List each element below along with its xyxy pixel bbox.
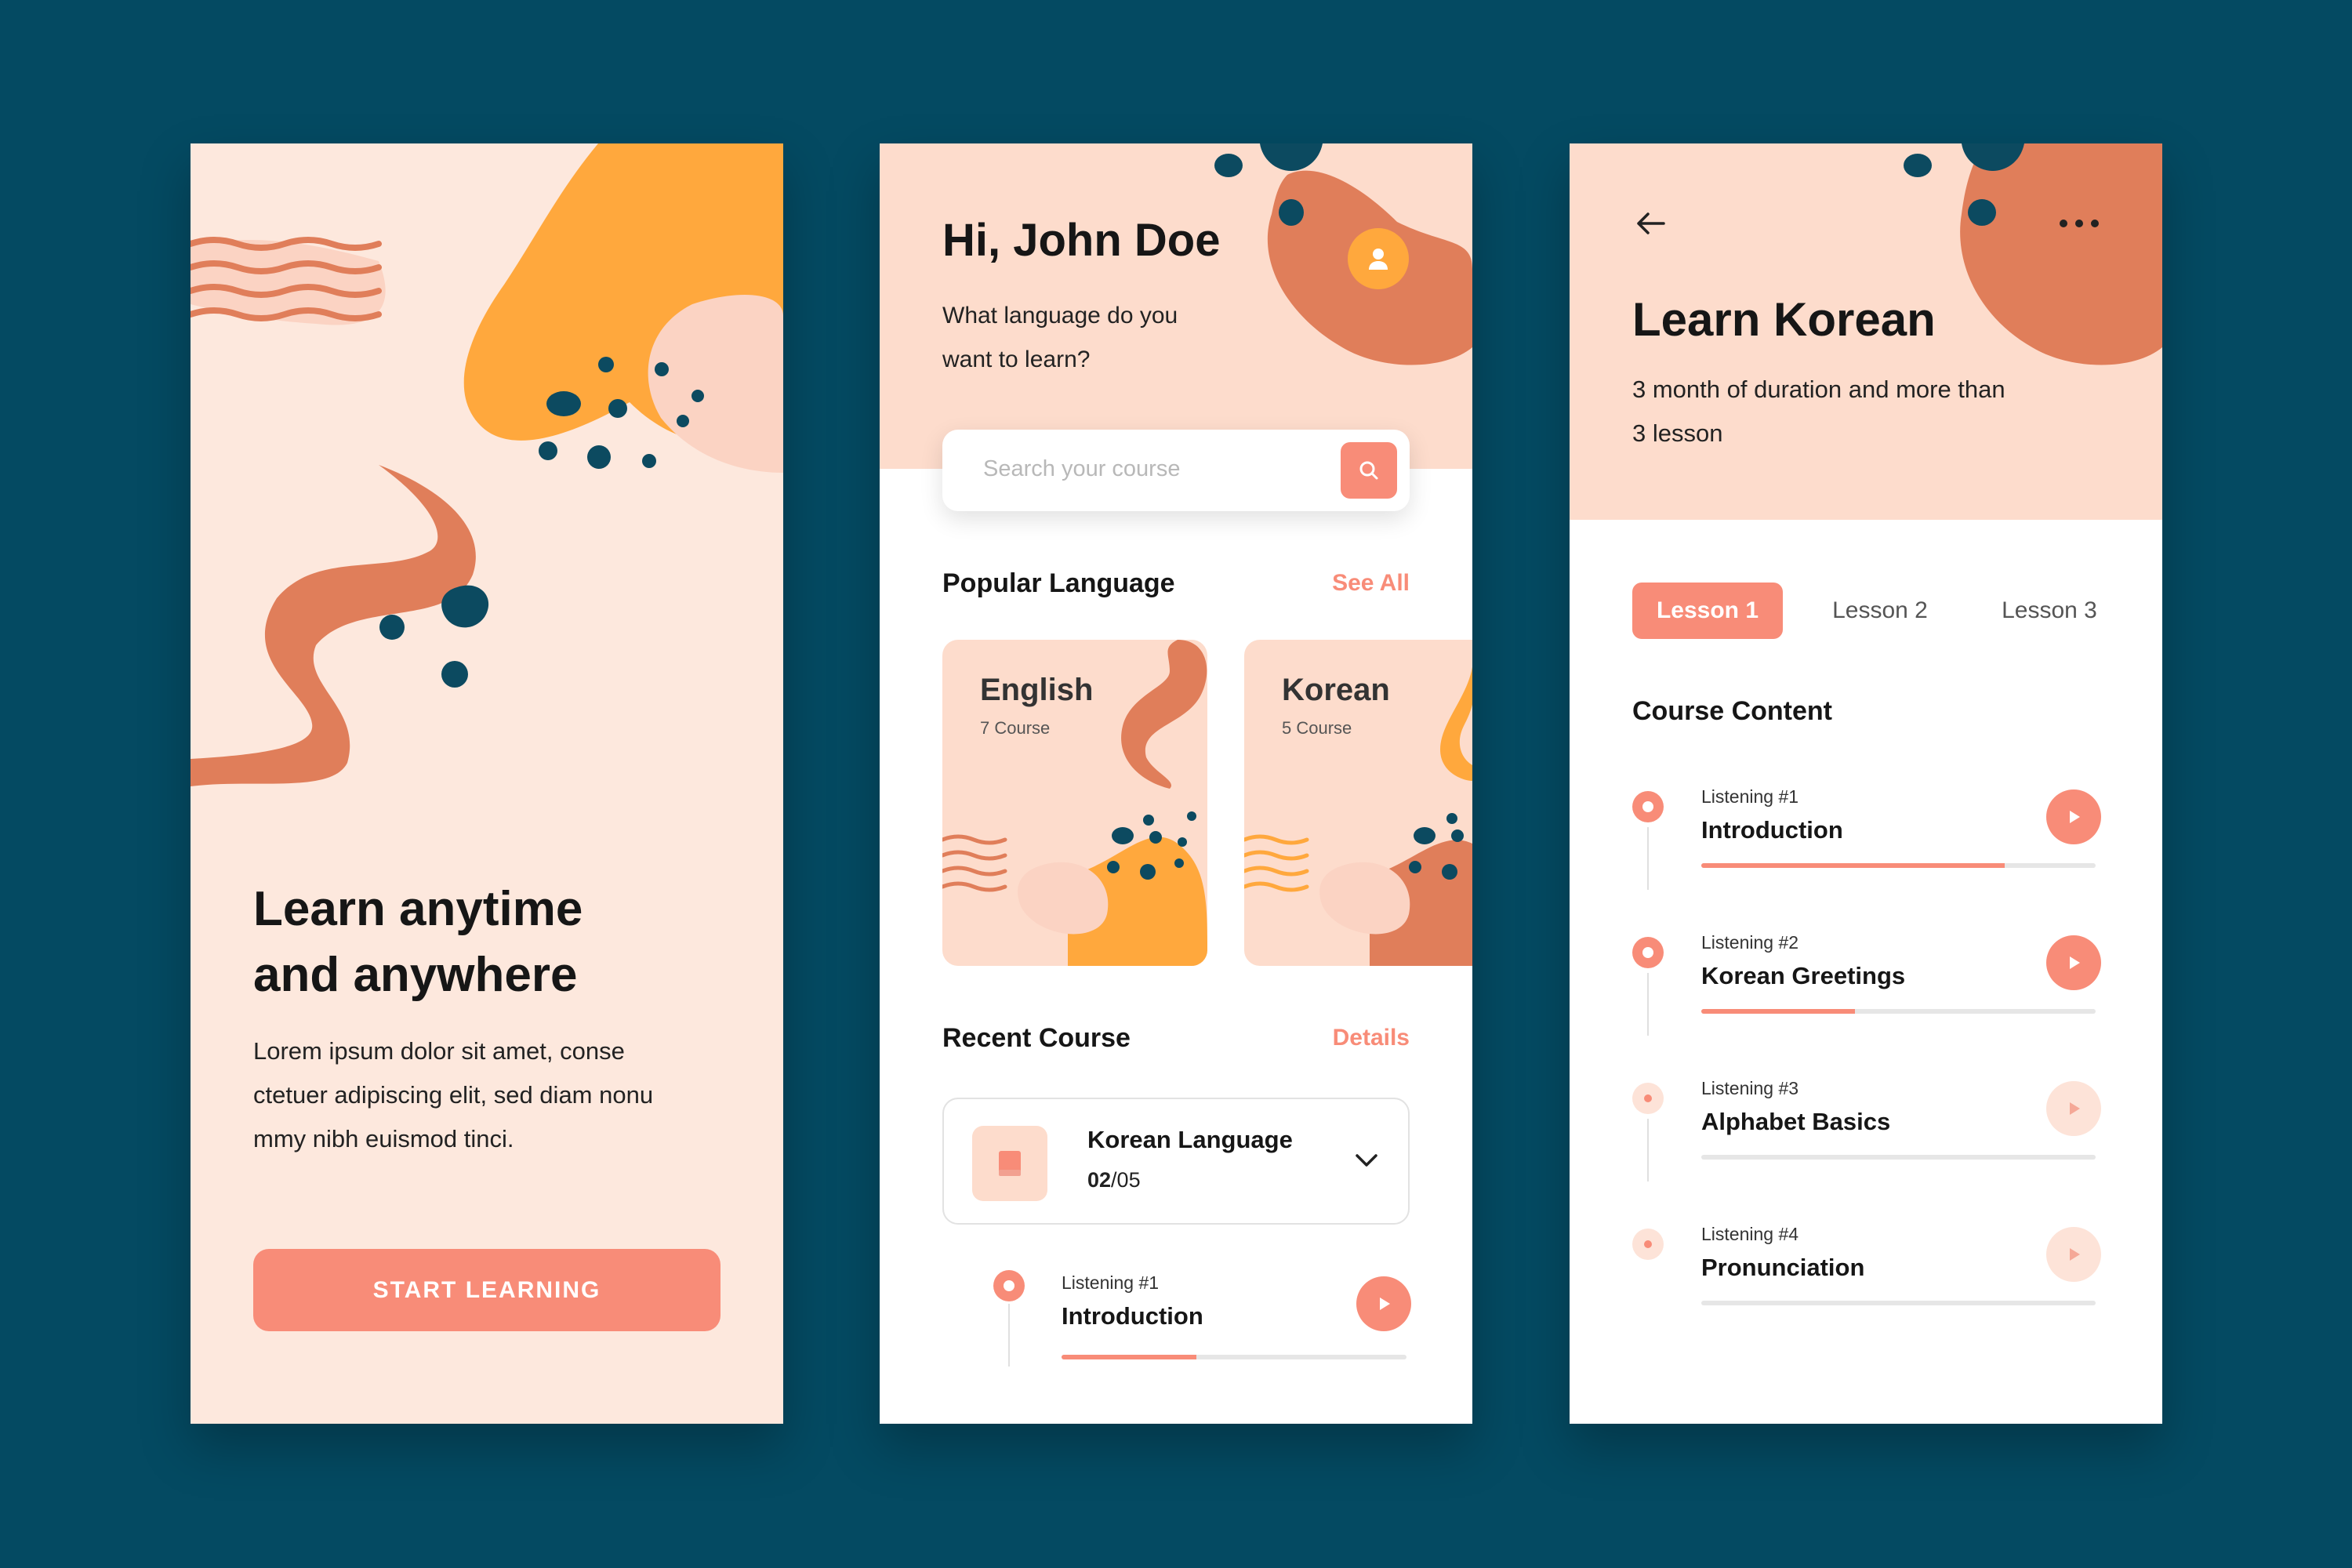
play-icon — [2070, 956, 2080, 969]
lesson-subtitle: Listening #4 — [1701, 1224, 1799, 1244]
search-bar[interactable]: Search your course — [942, 430, 1410, 511]
lesson-title: Pronunciation — [1701, 1254, 1865, 1281]
lesson-progress-bar — [1701, 1301, 2096, 1305]
recent-course-card[interactable]: Korean Language 02/05 — [942, 1098, 1410, 1225]
title-line-2: and anywhere — [253, 948, 578, 1002]
language-name: English — [980, 673, 1094, 707]
onboarding-title: Learn anytime and anywhere — [253, 877, 692, 1008]
lesson-subtitle: Listening #1 — [1062, 1272, 1160, 1293]
user-icon — [1369, 249, 1388, 270]
see-all-link[interactable]: See All — [1332, 570, 1410, 597]
lesson-status-dot — [1632, 1083, 1664, 1114]
lesson-progress-bar — [1701, 1009, 2096, 1014]
book-icon — [999, 1151, 1021, 1176]
lesson-play-button[interactable] — [2046, 1081, 2101, 1136]
play-icon — [1380, 1298, 1390, 1310]
lesson-progress-bar — [1701, 863, 2096, 868]
lesson-subtitle: Listening #3 — [1701, 1078, 1799, 1098]
course-thumbnail — [972, 1126, 1047, 1201]
recent-course-title: Korean Language — [1087, 1126, 1293, 1153]
language-name: Korean — [1282, 673, 1390, 707]
timeline-line — [1647, 1119, 1649, 1181]
timeline-line — [1647, 973, 1649, 1036]
tab-lesson-2[interactable]: Lesson 2 — [1817, 583, 1943, 639]
search-icon — [1359, 461, 1378, 480]
title-line-1: Learn anytime — [253, 882, 583, 936]
lesson-subtitle: Listening #1 — [1701, 786, 1799, 807]
lesson-play-button[interactable] — [1356, 1276, 1411, 1331]
language-course-count: 7 Course — [980, 718, 1051, 738]
lesson-play-button[interactable] — [2046, 1227, 2101, 1282]
question-line-2: want to learn? — [942, 347, 1091, 372]
decorative-illustration — [191, 143, 783, 786]
onboarding-screen: Learn anytime and anywhere Lorem ipsum d… — [191, 143, 783, 1424]
greeting-title: Hi, John Doe — [942, 215, 1221, 266]
lesson-title: Introduction — [1062, 1302, 1203, 1330]
course-content-heading: Course Content — [1632, 696, 1832, 726]
lesson-status-dot — [1632, 937, 1664, 968]
course-subtitle-line-2: 3 lesson — [1632, 419, 1723, 447]
language-card-english[interactable]: English 7 Course — [942, 640, 1207, 966]
more-icon[interactable] — [2056, 214, 2103, 233]
search-button[interactable] — [1341, 442, 1397, 499]
timeline-line — [1008, 1304, 1010, 1367]
lesson-progress-fill — [1701, 863, 2005, 868]
lesson-status-dot — [1632, 791, 1664, 822]
home-screen: Hi, John Doe What language do you want t… — [880, 143, 1472, 1424]
back-arrow-icon[interactable] — [1632, 205, 1670, 242]
lesson-progress-fill — [1062, 1355, 1196, 1359]
lesson-status-dot — [1632, 1229, 1664, 1260]
chevron-down-icon[interactable] — [1353, 1151, 1380, 1170]
greeting-question: What language do you want to learn? — [942, 294, 1272, 382]
language-card-korean[interactable]: Korean 5 Course — [1244, 640, 1472, 966]
course-title: Learn Korean — [1632, 293, 1936, 346]
onboarding-description: Lorem ipsum dolor sit amet, conse ctetue… — [253, 1029, 724, 1161]
lesson-progress-bar — [1062, 1355, 1406, 1359]
timeline-line — [1647, 827, 1649, 890]
description-line-1: Lorem ipsum dolor sit amet, conse — [253, 1037, 625, 1065]
lesson-progress-bar — [1701, 1155, 2096, 1160]
tab-lesson-1[interactable]: Lesson 1 — [1632, 583, 1783, 639]
language-course-count: 5 Course — [1282, 718, 1352, 738]
course-subtitle-line-1: 3 month of duration and more than — [1632, 376, 2005, 403]
play-icon — [2070, 811, 2080, 823]
lesson-play-button[interactable] — [2046, 935, 2101, 990]
progress-current: 02 — [1087, 1168, 1112, 1192]
lesson-status-dot — [993, 1270, 1025, 1301]
course-detail-screen: Learn Korean 3 month of duration and mor… — [1570, 143, 2162, 1424]
description-line-2: ctetuer adipiscing elit, sed diam nonu — [253, 1081, 654, 1109]
course-subtitle: 3 month of duration and more than 3 less… — [1632, 368, 2071, 456]
question-line-1: What language do you — [942, 303, 1178, 328]
lesson-progress-fill — [1701, 1009, 1856, 1014]
play-icon — [2070, 1248, 2080, 1261]
search-input[interactable]: Search your course — [983, 456, 1180, 482]
details-link[interactable]: Details — [1333, 1025, 1410, 1051]
profile-avatar[interactable] — [1348, 228, 1409, 289]
tab-lesson-3[interactable]: Lesson 3 — [1987, 583, 2112, 639]
description-line-3: mmy nibh euismod tinci. — [253, 1125, 514, 1152]
lesson-title: Korean Greetings — [1701, 962, 1906, 989]
popular-language-heading: Popular Language — [942, 568, 1175, 598]
recent-course-progress: 02/05 — [1087, 1168, 1141, 1192]
play-icon — [2070, 1102, 2080, 1115]
start-learning-button[interactable]: START LEARNING — [253, 1249, 720, 1331]
lesson-title: Alphabet Basics — [1701, 1108, 1891, 1135]
recent-course-heading: Recent Course — [942, 1023, 1131, 1053]
lesson-subtitle: Listening #2 — [1701, 932, 1799, 953]
progress-total: /05 — [1111, 1168, 1141, 1192]
lesson-play-button[interactable] — [2046, 789, 2101, 844]
lesson-title: Introduction — [1701, 816, 1843, 844]
